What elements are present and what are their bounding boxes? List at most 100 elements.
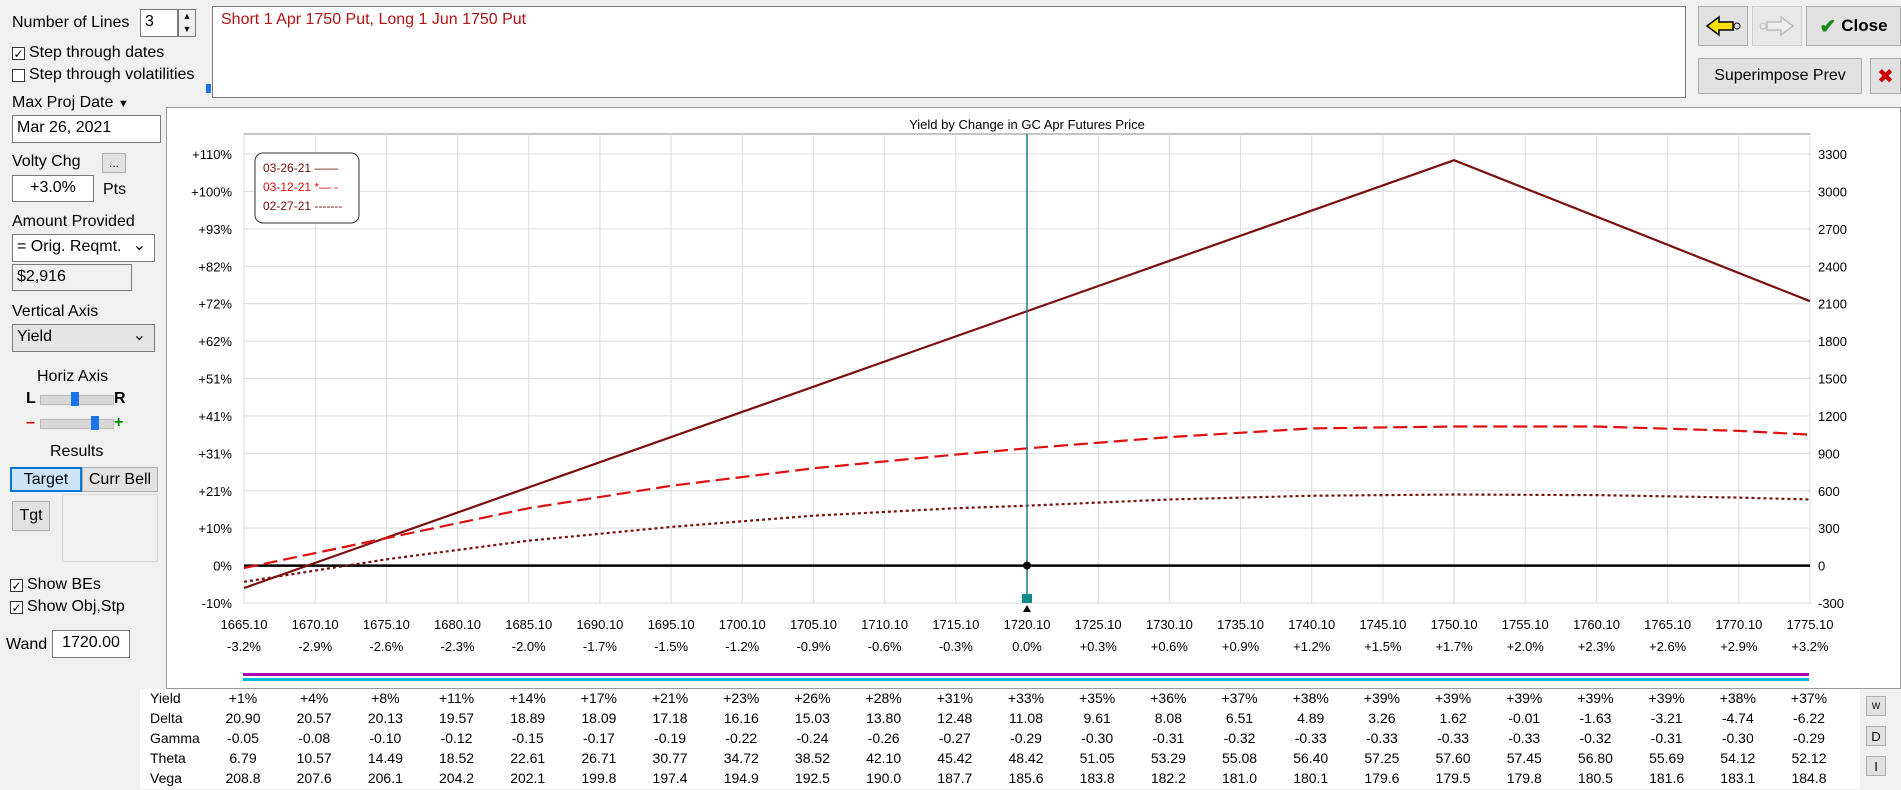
tab-curr-bell[interactable]: Curr Bell bbox=[82, 467, 158, 492]
greeks-cell: 184.8 bbox=[1791, 770, 1827, 786]
greeks-cell: -0.10 bbox=[369, 730, 402, 746]
y-left-tick-label: +41% bbox=[198, 409, 232, 424]
x-pct-tick-label: +0.6% bbox=[1151, 639, 1189, 654]
x-tick-label: 1745.10 bbox=[1359, 617, 1406, 632]
close-x-icon[interactable]: ✖ bbox=[1870, 58, 1901, 94]
chart-marker bbox=[1022, 134, 1032, 612]
step-vols-checkbox[interactable]: Step through volatilities bbox=[12, 66, 194, 84]
greeks-row-label: Gamma bbox=[150, 730, 200, 746]
slider-handle-icon[interactable] bbox=[190, 84, 212, 96]
tgt-button[interactable]: Tgt bbox=[12, 501, 50, 531]
greeks-cell: -0.33 bbox=[1365, 730, 1398, 746]
greeks-cell: 194.9 bbox=[723, 770, 759, 786]
greeks-cell: 38.52 bbox=[794, 750, 830, 766]
x-pct-tick-label: +0.9% bbox=[1222, 639, 1260, 654]
zoom-minus-icon[interactable]: – bbox=[26, 414, 35, 432]
x-tick-label: 1665.10 bbox=[221, 617, 268, 632]
x-pct-tick-label: +3.2% bbox=[1791, 639, 1829, 654]
volty-chg-unit: Pts bbox=[103, 181, 127, 198]
show-bes-checkbox[interactable]: ✓ Show BEs bbox=[10, 576, 101, 594]
greeks-cell: 12.48 bbox=[937, 710, 973, 726]
step-dates-checkbox[interactable]: ✓ Step through dates bbox=[12, 44, 164, 62]
greeks-cell: -0.17 bbox=[582, 730, 615, 746]
greeks-cell: -0.01 bbox=[1508, 710, 1541, 726]
greeks-cell: 10.57 bbox=[296, 750, 332, 766]
greeks-cell: 57.60 bbox=[1435, 750, 1471, 766]
amount-value: $2,916 bbox=[12, 264, 132, 291]
wand-input[interactable]: 1720.00 bbox=[52, 630, 130, 658]
max-proj-date-input[interactable]: Mar 26, 2021 bbox=[12, 115, 161, 143]
zoom-slider-thumb-icon[interactable] bbox=[91, 416, 99, 430]
next-arrow-button[interactable] bbox=[1752, 6, 1802, 46]
greeks-row-label: Theta bbox=[150, 750, 186, 766]
y-right-tick-label: 1500 bbox=[1818, 372, 1847, 387]
x-pct-tick-label: -1.7% bbox=[583, 639, 617, 654]
greeks-row-label: Yield bbox=[150, 690, 181, 706]
close-button[interactable]: ✔ Close bbox=[1806, 6, 1901, 46]
y-left-tick-label: +10% bbox=[198, 521, 232, 536]
strategy-description[interactable]: Short 1 Apr 1750 Put, Long 1 Jun 1750 Pu… bbox=[212, 6, 1686, 98]
greeks-row: Delta 20.90 20.57 20.13 19.57 18.89 18.09 17.18… bbox=[140, 710, 1860, 730]
greeks-cell: 52.12 bbox=[1791, 750, 1827, 766]
w-button[interactable]: W bbox=[1866, 696, 1886, 716]
checkmark-icon: ✔ bbox=[1819, 15, 1837, 38]
greeks-cell: 179.5 bbox=[1435, 770, 1471, 786]
x-pct-tick-label: -2.9% bbox=[298, 639, 332, 654]
number-of-lines-input[interactable]: 3 bbox=[140, 9, 178, 37]
greeks-cell: +36% bbox=[1150, 690, 1187, 706]
zoom-plus-icon[interactable]: + bbox=[114, 414, 123, 432]
x-pct-tick-label: +1.7% bbox=[1435, 639, 1473, 654]
x-tick-label: 1700.10 bbox=[719, 617, 766, 632]
horiz-slider[interactable] bbox=[40, 392, 114, 406]
greeks-cell: -0.33 bbox=[1508, 730, 1541, 746]
greeks-cell: 181.6 bbox=[1649, 770, 1685, 786]
greeks-cell: 206.1 bbox=[367, 770, 403, 786]
greeks-cell: 34.72 bbox=[723, 750, 759, 766]
max-proj-date-label[interactable]: Max Proj Date ▼ bbox=[12, 94, 129, 112]
show-obj-checkbox[interactable]: ✓ Show Obj,Stp bbox=[10, 598, 125, 616]
band-cyan bbox=[243, 678, 1809, 681]
prev-arrow-button[interactable] bbox=[1698, 6, 1748, 46]
superimpose-prev-button[interactable]: Superimpose Prev bbox=[1698, 58, 1862, 94]
greeks-cell: -3.21 bbox=[1650, 710, 1683, 726]
volty-chg-input[interactable]: +3.0% bbox=[12, 175, 94, 202]
greeks-cell: +8% bbox=[371, 690, 400, 706]
greeks-cell: 14.49 bbox=[367, 750, 403, 766]
y-right-tick-label: 1800 bbox=[1818, 334, 1847, 349]
legend-entry: 02-27-21 ------- bbox=[263, 199, 342, 213]
vertical-axis-select[interactable]: Yield bbox=[12, 324, 155, 352]
amount-provided-label: Amount Provided bbox=[12, 213, 135, 230]
greeks-cell: -0.29 bbox=[1010, 730, 1042, 746]
d-button[interactable]: D bbox=[1866, 726, 1886, 746]
greeks-cell: 185.6 bbox=[1008, 770, 1044, 786]
number-of-lines-spinner[interactable]: ▲ ▼ bbox=[178, 9, 196, 37]
y-right-tick-label: 0 bbox=[1818, 559, 1825, 574]
greeks-cell: 42.10 bbox=[866, 750, 902, 766]
horiz-l-label: L bbox=[26, 390, 36, 407]
greeks-cell: 197.4 bbox=[652, 770, 688, 786]
i-button[interactable]: I bbox=[1866, 756, 1886, 776]
chart-legend: 03-26-21 —— 03-12-21 *— - 02-27-21 ------- bbox=[254, 152, 360, 224]
y-right-tick-label: 300 bbox=[1818, 521, 1840, 536]
greeks-cell: +37% bbox=[1221, 690, 1258, 706]
horiz-slider-thumb-icon[interactable] bbox=[71, 392, 79, 406]
yield-chart[interactable]: Yield by Change in GC Apr Futures Price … bbox=[167, 108, 1900, 688]
zoom-slider[interactable] bbox=[40, 416, 114, 430]
step-dates-label: Step through dates bbox=[29, 44, 165, 61]
x-tick-label: 1725.10 bbox=[1075, 617, 1122, 632]
greeks-cell: -1.63 bbox=[1579, 710, 1612, 726]
x-pct-tick-label: -0.6% bbox=[868, 639, 902, 654]
greeks-cell: 55.69 bbox=[1649, 750, 1685, 766]
volty-more-button[interactable]: ... bbox=[102, 153, 126, 173]
x-tick-label: 1695.10 bbox=[648, 617, 695, 632]
greeks-cell: -0.22 bbox=[725, 730, 758, 746]
amount-provided-select[interactable]: = Orig. Reqmt. bbox=[12, 234, 155, 262]
y-left-tick-label: +72% bbox=[198, 297, 232, 312]
number-of-lines-label: Number of Lines bbox=[12, 14, 130, 31]
horiz-r-label: R bbox=[114, 390, 126, 407]
tab-target[interactable]: Target bbox=[10, 467, 82, 492]
greeks-cell: -0.32 bbox=[1223, 730, 1256, 746]
x-pct-tick-label: -2.0% bbox=[512, 639, 546, 654]
x-pct-tick-label: -2.6% bbox=[369, 639, 403, 654]
greeks-cell: 19.57 bbox=[439, 710, 475, 726]
